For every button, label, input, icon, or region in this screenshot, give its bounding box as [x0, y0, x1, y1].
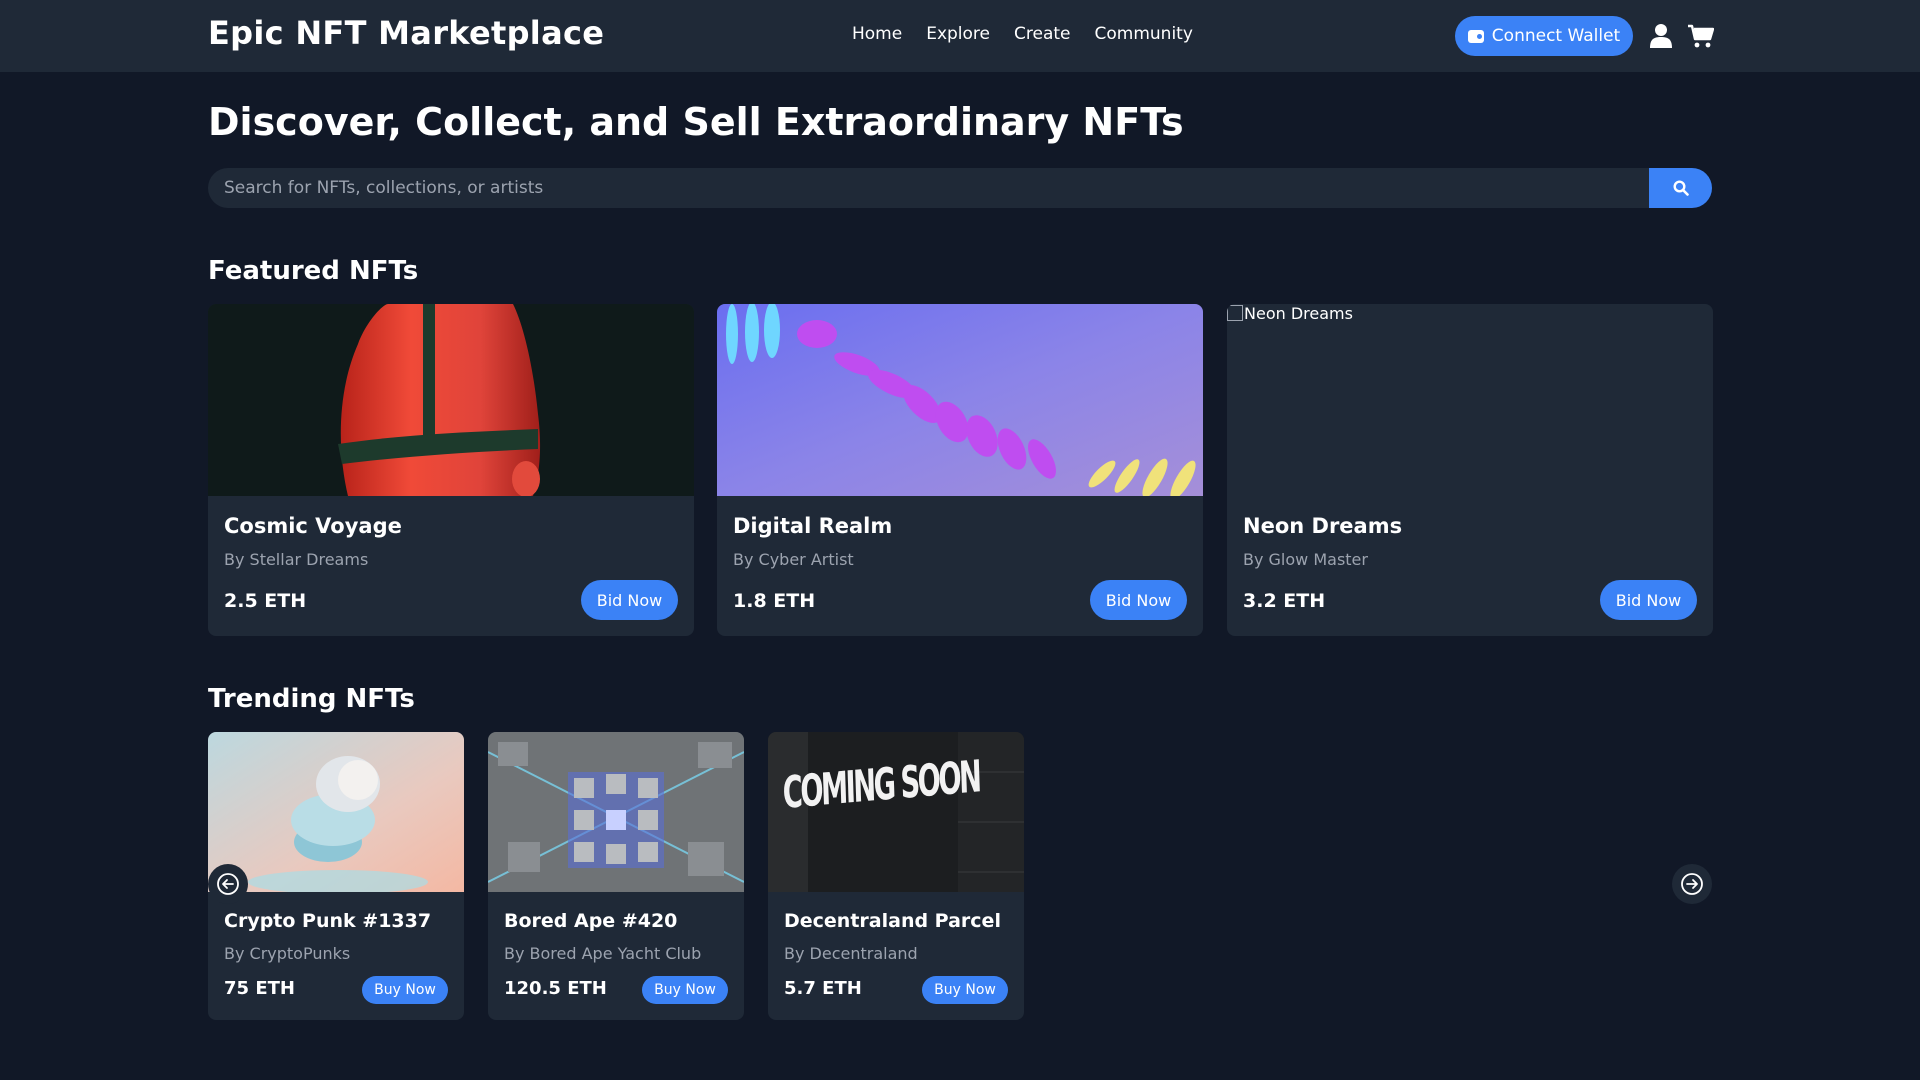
featured-card[interactable]: Cosmic Voyage By Stellar Dreams 2.5 ETH …	[208, 304, 694, 636]
brand-logo-text[interactable]: Epic NFT Marketplace	[208, 14, 604, 52]
buy-now-button[interactable]: Buy Now	[642, 976, 728, 1004]
nft-artist: By Cyber Artist	[733, 550, 854, 569]
featured-card[interactable]: Neon Dreams Neon Dreams By Glow Master 3…	[1227, 304, 1713, 636]
nft-image	[208, 732, 464, 892]
nft-artist: By Bored Ape Yacht Club	[504, 944, 702, 963]
nft-image	[717, 304, 1203, 496]
arrow-left-icon	[217, 873, 239, 895]
bid-now-button[interactable]: Bid Now	[581, 580, 678, 620]
nav-create[interactable]: Create	[1014, 24, 1071, 44]
nft-name: Decentraland Parcel	[784, 910, 1001, 932]
buy-now-button[interactable]: Buy Now	[922, 976, 1008, 1004]
nav-explore[interactable]: Explore	[926, 24, 990, 44]
wallet-icon	[1467, 29, 1484, 43]
bid-now-button[interactable]: Bid Now	[1600, 580, 1697, 620]
nft-price: 1.8 ETH	[733, 590, 816, 612]
nav-community[interactable]: Community	[1095, 24, 1193, 44]
nft-image: COMING SOON	[768, 732, 1024, 892]
arrow-right-icon	[1681, 873, 1703, 895]
nft-name: Crypto Punk #1337	[224, 910, 432, 932]
nft-name: Digital Realm	[733, 514, 893, 538]
nav-home[interactable]: Home	[852, 24, 902, 44]
nft-name: Bored Ape #420	[504, 910, 678, 932]
nft-artist: By CryptoPunks	[224, 944, 351, 963]
top-navbar: Epic NFT Marketplace Home Explore Create…	[0, 0, 1920, 72]
cart-icon[interactable]	[1688, 24, 1714, 48]
trending-card[interactable]: Bored Ape #420 By Bored Ape Yacht Club 1…	[488, 732, 744, 1020]
nft-artist: By Stellar Dreams	[224, 550, 369, 569]
connect-wallet-label: Connect Wallet	[1491, 26, 1621, 46]
nft-image	[488, 732, 744, 892]
carousel-prev-button[interactable]	[208, 864, 248, 904]
bid-now-button[interactable]: Bid Now	[1090, 580, 1187, 620]
nft-price: 75 ETH	[224, 978, 295, 999]
trending-card[interactable]: COMING SOON Decentraland Parcel By Decen…	[768, 732, 1024, 1020]
search-icon	[1672, 180, 1689, 196]
hero-title: Discover, Collect, and Sell Extraordinar…	[208, 100, 1184, 144]
search-input[interactable]	[208, 168, 1650, 208]
nft-artist: By Decentraland	[784, 944, 918, 963]
image-alt-text: Neon Dreams	[1227, 304, 1353, 323]
nft-image	[208, 304, 694, 496]
nft-artist: By Glow Master	[1243, 550, 1368, 569]
featured-card[interactable]: Digital Realm By Cyber Artist 1.8 ETH Bi…	[717, 304, 1203, 636]
nft-price: 120.5 ETH	[504, 978, 607, 999]
nft-name: Neon Dreams	[1243, 514, 1403, 538]
user-icon[interactable]	[1650, 24, 1672, 48]
search-bar	[208, 168, 1712, 208]
featured-title: Featured NFTs	[208, 256, 419, 286]
nft-price: 3.2 ETH	[1243, 590, 1326, 612]
search-button[interactable]	[1649, 168, 1712, 208]
nft-price: 2.5 ETH	[224, 590, 307, 612]
buy-now-button[interactable]: Buy Now	[362, 976, 448, 1004]
nft-image-broken: Neon Dreams	[1227, 304, 1713, 496]
connect-wallet-button[interactable]: Connect Wallet	[1455, 16, 1633, 56]
nft-name: Cosmic Voyage	[224, 514, 402, 538]
carousel-next-button[interactable]	[1672, 864, 1712, 904]
main-nav: Home Explore Create Community	[852, 24, 1193, 44]
trending-title: Trending NFTs	[208, 684, 415, 714]
nft-price: 5.7 ETH	[784, 978, 862, 999]
